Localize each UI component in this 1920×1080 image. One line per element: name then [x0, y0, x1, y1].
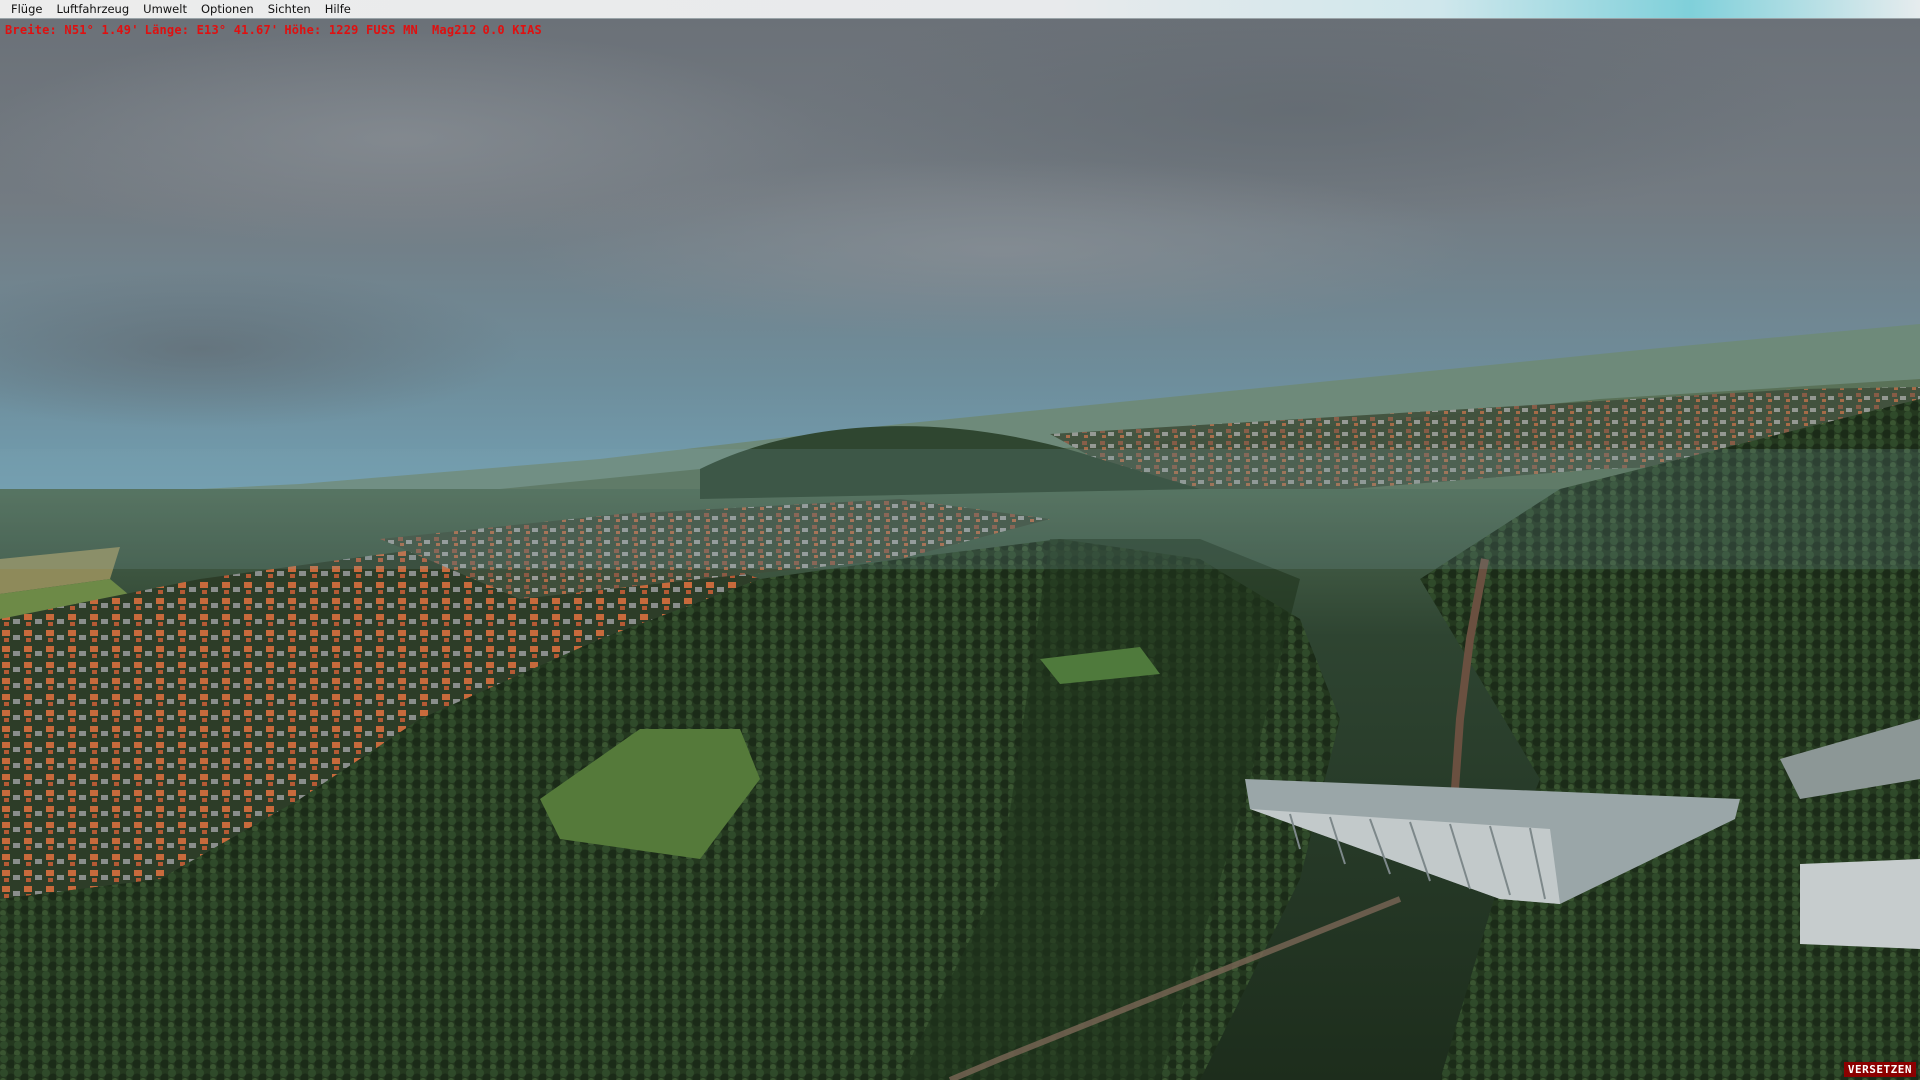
menu-luftfahrzeug[interactable]: Luftfahrzeug	[49, 0, 136, 19]
haze	[0, 449, 1920, 569]
slew-mode-badge: VERSETZEN	[1843, 1062, 1916, 1077]
building-complex	[1800, 859, 1920, 949]
menu-umwelt[interactable]: Umwelt	[136, 0, 194, 19]
heading-readout: Mag212	[431, 23, 477, 37]
position-readout: Breite: N51° 1.49' Länge: E13° 41.67' Höhe…	[5, 23, 548, 37]
menu-fluege[interactable]: Flüge	[0, 0, 49, 19]
altitude-readout: Höhe: 1229 FUSS MN	[284, 23, 418, 37]
menu-sichten[interactable]: Sichten	[261, 0, 318, 19]
menu-bar: Flüge Luftfahrzeug Umwelt Optionen Sicht…	[0, 0, 1920, 19]
latitude-readout: Breite: N51° 1.49'	[5, 23, 139, 37]
longitude-readout: Länge: E13° 41.67'	[144, 23, 279, 37]
menu-optionen[interactable]: Optionen	[194, 0, 261, 19]
airspeed-readout: 0.0 KIAS	[482, 23, 542, 37]
cloud	[520, 159, 1480, 339]
scenery-view[interactable]	[0, 19, 1920, 1080]
menu-hilfe[interactable]: Hilfe	[318, 0, 358, 19]
